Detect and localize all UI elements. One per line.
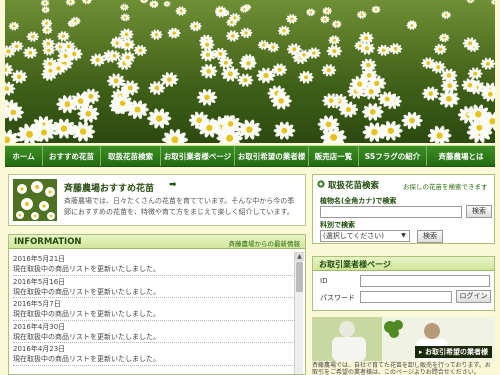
nav-partner-wanted[interactable]: お取引希望の業者様: [235, 146, 309, 166]
scroll-thumb[interactable]: [296, 262, 303, 292]
nav-home[interactable]: ホーム: [5, 146, 43, 166]
information-title: INFORMATION: [14, 237, 82, 247]
recommend-description: 斉藤農場では、日々たくさんの花苗を育てています。そんな中から今の季節におすすめの…: [64, 197, 295, 216]
login-id-input[interactable]: [360, 275, 490, 287]
banner-description: 斉藤農場では、自社で育てた花苗を卸し販売を行っております。お取引をご希望の業者様…: [312, 362, 491, 375]
global-nav: ホーム おすすめ花苗 取扱花苗検索 お取引業者様ページ お取引希望の業者様 販売…: [5, 145, 495, 167]
partner-login-panel: お取引業者様ページ ID パスワード ログイン: [312, 256, 495, 311]
category-select[interactable]: (選択してください) ▼: [320, 230, 410, 242]
nav-recommend[interactable]: おすすめ花苗: [43, 146, 101, 166]
plant-name-input[interactable]: [320, 206, 462, 218]
scroll-up-icon[interactable]: ▲: [295, 252, 304, 261]
search-panel: 取扱花苗検索 お探しの花苗を検索できます 植物名(全角カナ)で検索 検索 科別で…: [312, 174, 495, 244]
info-entry: 2016年5月7日 現在取扱中の商品リストを更新いたしました。: [13, 298, 293, 321]
nav-about[interactable]: 斉藤農場とは: [427, 146, 495, 166]
name-search-button[interactable]: 検索: [466, 205, 492, 218]
info-date: 2016年4月30日: [13, 322, 66, 331]
info-entry: 2016年5月21日 現在取扱中の商品リストを更新いたしました。: [13, 253, 293, 276]
search-category-label: 科別で検索: [320, 221, 355, 229]
arrow-right-icon: ➡: [169, 180, 177, 190]
info-date: 2016年5月21日: [13, 255, 66, 263]
information-scrollbar[interactable]: ▲: [294, 252, 304, 374]
info-text: 現在取扱中の商品リストを更新いたしました。: [13, 287, 160, 296]
nav-search[interactable]: 取扱花苗検索: [101, 146, 161, 166]
category-select-value: (選択してください): [323, 232, 385, 240]
search-title: 取扱花苗検索: [328, 181, 380, 191]
login-button[interactable]: ログイン: [456, 290, 491, 303]
information-header: INFORMATION 斉藤農場からの最新情報: [9, 235, 305, 249]
info-text: 現在取扱中の商品リストを更新いたしました。: [13, 355, 160, 363]
info-entry: 2016年4月23日 現在取扱中の商品リストを更新いたしました。: [13, 343, 293, 366]
chevron-down-icon: ▼: [401, 232, 406, 239]
page: ホーム おすすめ花苗 取扱花苗検索 お取引業者様ページ お取引希望の業者様 販売…: [0, 0, 500, 375]
nav-partner-page[interactable]: お取引業者様ページ: [161, 146, 235, 166]
information-subtitle: 斉藤農場からの最新情報: [228, 240, 301, 248]
hero-daisy-image: [5, 0, 495, 143]
login-password-label: パスワード: [320, 294, 355, 302]
category-search-button[interactable]: 検索: [417, 230, 443, 243]
search-name-label: 植物名(全角カナ)で検索: [320, 197, 397, 205]
recommend-box[interactable]: 斉藤農場おすすめ花苗 ➡ 斉藤農場では、日々たくさんの花苗を育てています。そんな…: [8, 174, 306, 226]
information-list: 2016年5月21日 現在取扱中の商品リストを更新いたしました。 2016年5月…: [13, 253, 293, 366]
recommend-thumbnail: [13, 179, 57, 221]
info-date: 2016年5月7日: [13, 300, 61, 308]
nav-ss-flag[interactable]: SSフラグの紹介: [359, 146, 427, 166]
info-text: 現在取扱中の商品リストを更新いたしました。: [13, 332, 160, 341]
info-text: 現在取扱中の商品リストを更新いたしました。: [13, 310, 160, 318]
recommend-title[interactable]: 斉藤農場おすすめ花苗: [64, 181, 154, 194]
nav-store-list[interactable]: 販売店一覧: [309, 146, 359, 166]
login-password-input[interactable]: [360, 291, 452, 303]
info-text: 現在取扱中の商品リストを更新いたしました。: [13, 265, 160, 273]
search-subtitle: お探しの花苗を検索できます: [403, 183, 488, 191]
info-entry: 2016年4月30日 現在取扱中の商品リストを更新いたしました。: [13, 321, 293, 343]
login-title: お取引業者様ページ: [319, 260, 391, 269]
login-id-label: ID: [320, 277, 328, 285]
search-icon: [317, 180, 325, 188]
information-panel: INFORMATION 斉藤農場からの最新情報 2016年5月21日 現在取扱中…: [8, 234, 306, 375]
partner-wanted-banner[interactable]: ▸ お取引希望の業者様: [312, 317, 495, 361]
banner-label[interactable]: ▸ お取引希望の業者様: [415, 346, 492, 358]
info-date: 2016年5月16日: [13, 277, 66, 286]
info-date: 2016年4月23日: [13, 345, 66, 353]
info-entry: 2016年5月16日 現在取扱中の商品リストを更新いたしました。: [13, 276, 293, 298]
